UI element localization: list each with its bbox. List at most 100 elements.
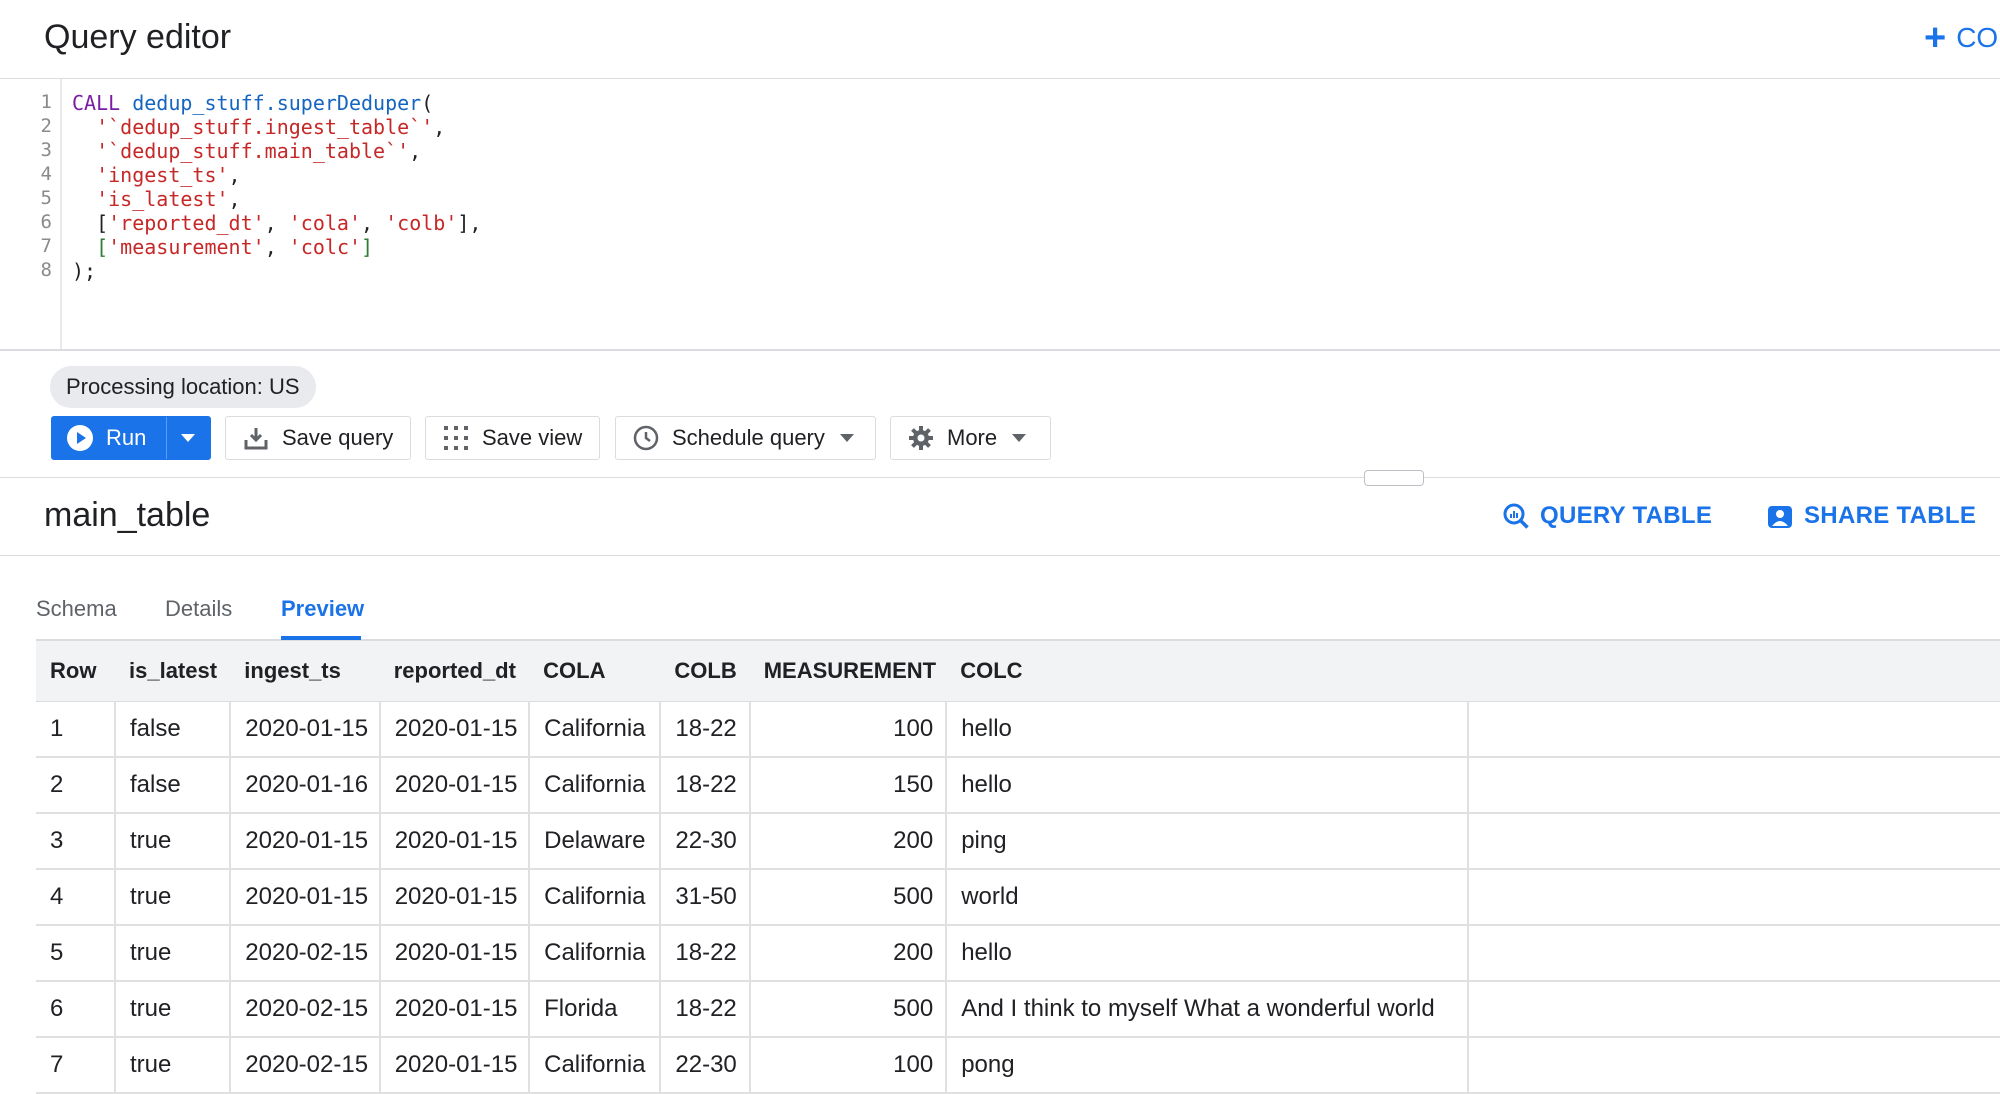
cell-row: 7 <box>36 1037 116 1094</box>
cell-reported-dt: 2020-01-15 <box>379 925 531 982</box>
table-row: 2 false 2020-01-16 2020-01-15 California… <box>36 757 2000 814</box>
save-query-label: Save query <box>282 425 394 450</box>
cell-filler <box>1468 813 2000 870</box>
cell-is-latest: false <box>115 757 232 814</box>
code-line: 'is_latest', <box>96 187 241 211</box>
column-header[interactable]: COLC <box>946 641 1469 702</box>
cell-ingest-ts: 2020-01-15 <box>230 869 381 926</box>
compose-label: CO <box>1956 22 1999 53</box>
cell-cola: California <box>529 757 662 814</box>
table-row: 1 false 2020-01-15 2020-01-15 California… <box>36 701 2000 758</box>
cell-reported-dt: 2020-01-15 <box>379 757 531 814</box>
cell-measurement: 100 <box>749 1037 948 1094</box>
play-icon <box>66 424 94 452</box>
column-header-filler <box>1468 641 2000 702</box>
cell-is-latest: false <box>115 701 232 758</box>
cell-row: 1 <box>36 701 116 758</box>
save-view-button[interactable]: Save view <box>425 416 600 460</box>
code-line: ); <box>72 259 97 283</box>
column-header[interactable]: MEASUREMENT <box>749 641 947 702</box>
column-header[interactable]: reported_dt <box>379 641 530 702</box>
table-row: 7 true 2020-02-15 2020-01-15 California … <box>36 1037 2000 1094</box>
schedule-query-button[interactable]: Schedule query <box>615 416 876 460</box>
cell-colc: hello <box>946 925 1470 982</box>
cell-colc: pong <box>946 1037 1470 1094</box>
tab-details[interactable]: Details <box>165 596 232 622</box>
cell-measurement: 500 <box>749 869 948 926</box>
header-bar <box>0 0 2000 79</box>
cell-cola: California <box>529 925 662 982</box>
line-number: 6 <box>40 211 52 233</box>
cell-measurement: 500 <box>749 981 948 1038</box>
column-header[interactable]: COLB <box>660 641 750 702</box>
chevron-down-icon <box>839 434 854 442</box>
cell-filler <box>1468 925 2000 982</box>
page-title: Query editor <box>44 18 232 56</box>
cell-reported-dt: 2020-01-15 <box>379 1037 531 1094</box>
share-icon <box>1766 502 1794 530</box>
run-main-button[interactable]: Run <box>52 417 167 459</box>
cell-cola: California <box>529 1037 662 1094</box>
more-button[interactable]: More <box>890 416 1051 460</box>
cell-row: 3 <box>36 813 116 870</box>
cell-is-latest: true <box>115 981 232 1038</box>
column-header[interactable]: ingest_ts <box>230 641 380 702</box>
column-header[interactable]: COLA <box>529 641 661 702</box>
code-line: ['measurement', 'colc'] <box>96 235 374 259</box>
plus-icon: + <box>1924 17 1947 59</box>
column-header[interactable]: Row <box>36 641 115 702</box>
cell-colb: 18-22 <box>660 925 751 982</box>
query-search-icon <box>1502 502 1530 530</box>
cell-ingest-ts: 2020-01-15 <box>230 813 381 870</box>
line-number: 8 <box>40 259 52 281</box>
save-query-button[interactable]: Save query <box>225 416 411 460</box>
run-label: Run <box>106 425 147 450</box>
cell-measurement: 200 <box>749 813 948 870</box>
processing-location-chip[interactable]: Processing location: US <box>50 366 316 408</box>
table-row: 3 true 2020-01-15 2020-01-15 Delaware 22… <box>36 813 2000 870</box>
cell-ingest-ts: 2020-02-15 <box>230 925 381 982</box>
cell-filler <box>1468 1037 2000 1094</box>
line-number: 1 <box>40 91 52 113</box>
run-options-dropdown[interactable] <box>167 433 210 443</box>
sql-editor[interactable]: 1 2 3 4 5 6 7 8 CALL dedup_stuff.superDe… <box>0 79 2000 351</box>
cell-is-latest: true <box>115 925 232 982</box>
line-number: 5 <box>40 187 52 209</box>
cell-row: 2 <box>36 757 116 814</box>
chevron-down-icon <box>1012 434 1027 442</box>
cell-colb: 18-22 <box>660 981 751 1038</box>
cell-ingest-ts: 2020-02-15 <box>230 1037 381 1094</box>
cell-cola: Delaware <box>529 813 662 870</box>
cell-colc: hello <box>946 701 1470 758</box>
cell-colb: 22-30 <box>660 813 751 870</box>
query-table-label: QUERY TABLE <box>1540 502 1713 529</box>
column-header[interactable]: is_latest <box>115 641 231 702</box>
compose-new-query-button[interactable]: + CO <box>1924 17 1999 59</box>
cell-row: 6 <box>36 981 116 1038</box>
cell-colc: ping <box>946 813 1470 870</box>
cell-colb: 18-22 <box>660 701 751 758</box>
cell-row: 5 <box>36 925 116 982</box>
tab-preview[interactable]: Preview <box>281 596 364 622</box>
panel-divider <box>0 477 2000 478</box>
cell-is-latest: true <box>115 813 232 870</box>
code-line: '`dedup_stuff.ingest_table`', <box>96 115 446 139</box>
cell-filler <box>1468 701 2000 758</box>
run-button[interactable]: Run <box>51 416 211 460</box>
share-table-button[interactable]: SHARE TABLE <box>1766 502 1976 530</box>
code-line: CALL dedup_stuff.superDeduper( <box>72 91 434 115</box>
section-divider <box>0 555 2000 556</box>
table-name: main_table <box>44 496 211 534</box>
resize-handle[interactable] <box>1364 470 1424 486</box>
query-table-button[interactable]: QUERY TABLE <box>1502 502 1712 530</box>
cell-colc: world <box>946 869 1470 926</box>
cell-reported-dt: 2020-01-15 <box>379 981 531 1038</box>
active-tab-indicator <box>281 636 361 640</box>
cell-reported-dt: 2020-01-15 <box>379 813 531 870</box>
cell-measurement: 100 <box>749 701 948 758</box>
tab-schema[interactable]: Schema <box>36 596 117 622</box>
cell-cola: California <box>529 869 662 926</box>
cell-row: 4 <box>36 869 116 926</box>
code-line: '`dedup_stuff.main_table`', <box>96 139 422 163</box>
line-number-gutter: 1 2 3 4 5 6 7 8 <box>0 79 62 349</box>
